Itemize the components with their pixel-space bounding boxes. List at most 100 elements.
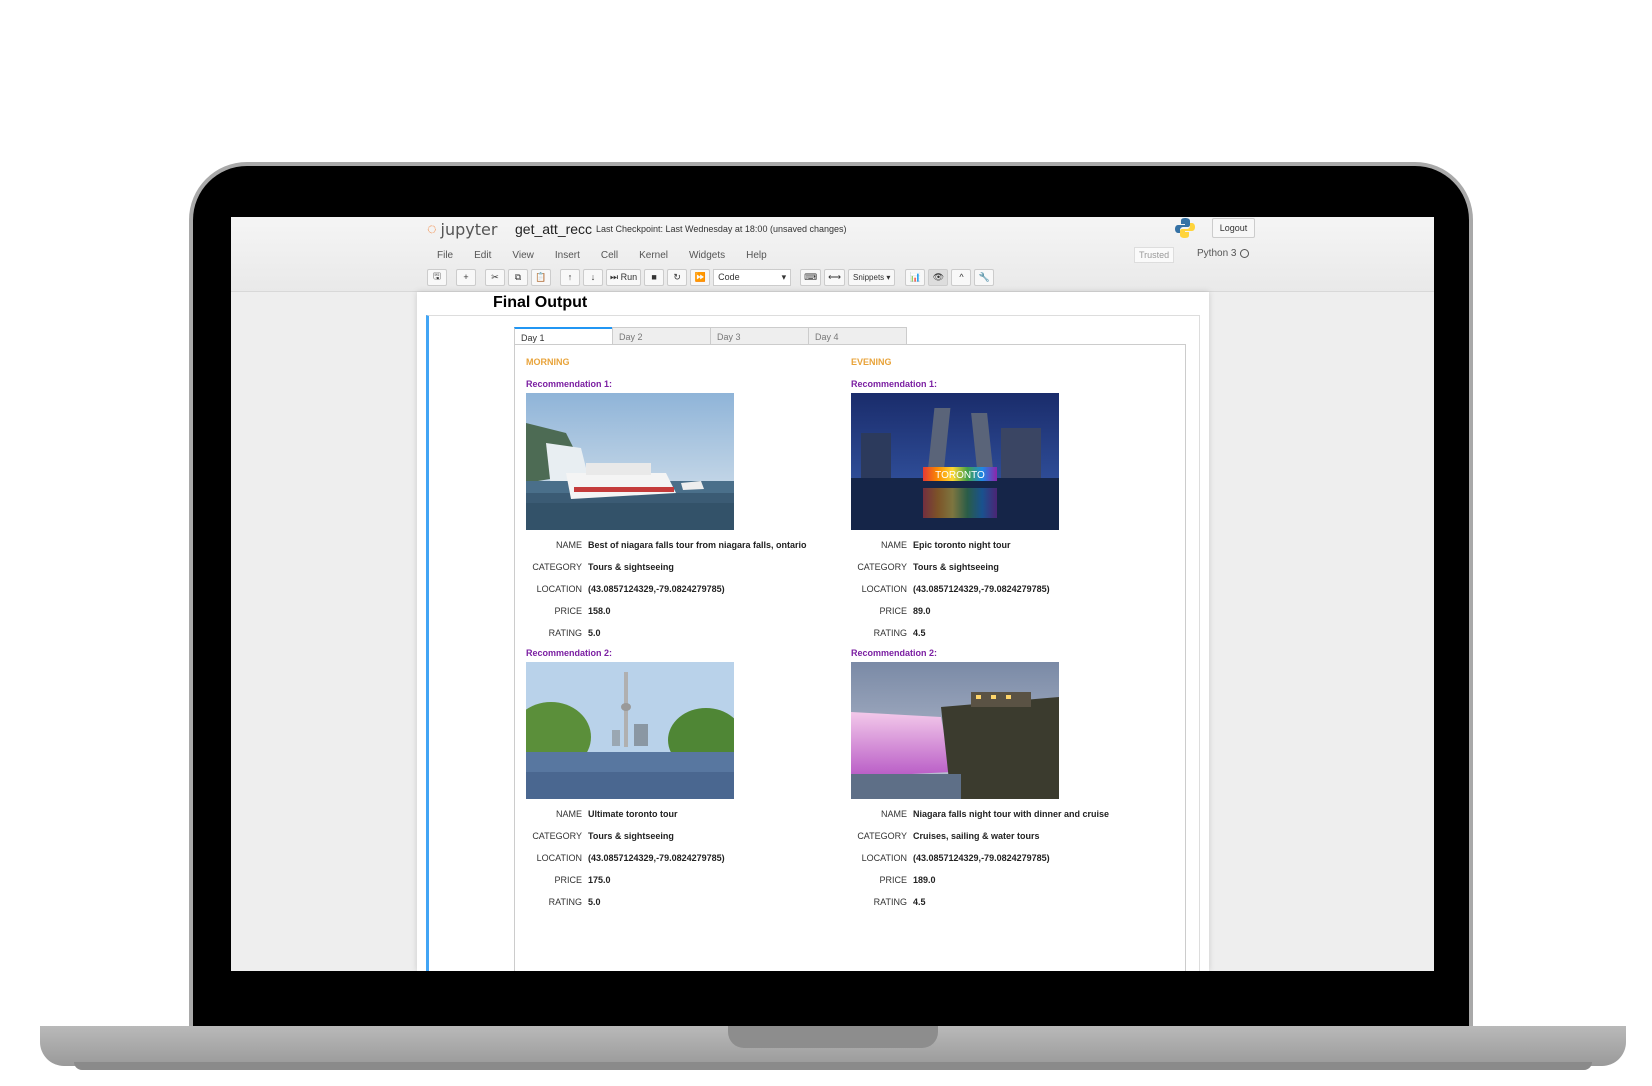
recommendation-details: NAME Ultimate toronto tour CATEGORY Tours … — [526, 809, 846, 919]
tab-day-4[interactable]: Day 4 — [808, 327, 907, 345]
jupyter-header: ◌ jupyter get_att_recc Last Checkpoint: … — [231, 217, 1434, 292]
snippets-label: Snippets — [853, 272, 885, 282]
cell-type-value: Code — [718, 272, 740, 282]
name-value: Epic toronto night tour — [913, 540, 1011, 550]
name-label: NAME — [880, 540, 907, 550]
location-label: LOCATION — [536, 584, 582, 594]
insert-cell-icon[interactable]: + — [456, 268, 476, 286]
menu-edit[interactable]: Edit — [474, 250, 491, 261]
category-value: Tours & sightseeing — [913, 562, 999, 572]
evening-column: EVENING Recommendation 1: TORONTO NAME E… — [851, 357, 1171, 919]
tab-day-2[interactable]: Day 2 — [612, 327, 711, 345]
location-value: (43.0857124329,-79.0824279785) — [913, 584, 1050, 594]
price-label: PRICE — [879, 606, 907, 616]
run-button[interactable]: ⏭ Run — [606, 268, 642, 286]
category-label: CATEGORY — [532, 562, 582, 572]
category-value: Tours & sightseeing — [588, 562, 674, 572]
kernel-status-icon — [1240, 249, 1250, 258]
move-down-icon[interactable]: ↓ — [583, 268, 603, 286]
menu-widgets[interactable]: Widgets — [689, 250, 725, 261]
tab-day-1[interactable]: Day 1 — [514, 327, 613, 345]
name-label: NAME — [555, 809, 582, 819]
price-value: 175.0 — [588, 875, 611, 885]
location-value: (43.0857124329,-79.0824279785) — [588, 584, 725, 594]
morning-rec-2: Recommendation 2: NAME Ultimate toronto … — [511, 648, 846, 919]
logout-button[interactable]: Logout — [1212, 218, 1255, 238]
python-logo-icon — [1175, 218, 1195, 238]
output-cell[interactable]: Day 1 Day 2 Day 3 Day 4 MORNING Recommen… — [426, 315, 1200, 971]
restart-icon[interactable]: ↻ — [667, 268, 688, 286]
location-label: LOCATION — [536, 853, 582, 863]
keyboard-icon[interactable]: ⌨ — [800, 268, 822, 286]
menu-help[interactable]: Help — [746, 250, 767, 261]
name-value: Niagara falls night tour with dinner and… — [913, 809, 1110, 819]
rating-value: 4.5 — [913, 897, 926, 907]
checkpoint-status: Last Checkpoint: Last Wednesday at 18:00… — [596, 224, 847, 234]
rating-value: 5.0 — [588, 628, 601, 638]
paste-icon[interactable]: 📋 — [531, 268, 551, 286]
copy-icon[interactable]: ⧉ — [508, 268, 528, 286]
resize-icon[interactable]: ⟷ — [824, 268, 846, 286]
notebook-name[interactable]: get_att_recc — [515, 221, 592, 237]
toronto-night-photo: TORONTO — [851, 393, 1059, 530]
chevron-down-icon: ▾ — [781, 271, 787, 282]
eye-icon[interactable]: 👁 — [928, 268, 949, 286]
day-tabs: Day 1 Day 2 Day 3 Day 4 — [514, 327, 907, 345]
laptop-base-foot — [74, 1062, 1592, 1070]
chevron-up-icon[interactable]: ^ — [951, 268, 972, 286]
menu-kernel[interactable]: Kernel — [639, 250, 668, 261]
save-icon[interactable]: 🖫 — [427, 268, 447, 286]
fast-forward-icon[interactable]: ⏩ — [690, 268, 711, 286]
menu-insert[interactable]: Insert — [555, 250, 580, 261]
menu-file[interactable]: File — [437, 250, 453, 261]
name-value: Ultimate toronto tour — [588, 809, 678, 819]
menu-view[interactable]: View — [512, 250, 534, 261]
name-value: Best of niagara falls tour from niagara … — [588, 540, 807, 550]
run-icon: ⏭ — [610, 271, 619, 282]
kernel-indicator[interactable]: Python 3 — [1197, 248, 1250, 259]
menu-cell[interactable]: Cell — [601, 250, 618, 261]
recommendation-details: NAME Best of niagara falls tour from niag… — [526, 540, 846, 650]
name-label: NAME — [555, 540, 582, 550]
output-title: Final Output — [493, 294, 588, 311]
jupyter-logo-text: jupyter — [440, 220, 498, 239]
morning-column: MORNING Recommendation 1: NAME Best of n… — [511, 357, 846, 919]
recommendation-details: NAME Epic toronto night tour CATEGORY Tour… — [851, 540, 1171, 650]
wrench-icon[interactable]: 🔧 — [974, 268, 995, 286]
notebook-toolbar: 🖫 + ✂ ⧉ 📋 ↑ ↓ ⏭ Run ■ ↻ ⏩ Code ▾ ⌨ ⟷ Sni… — [427, 267, 997, 287]
location-label: LOCATION — [861, 584, 907, 594]
category-value: Cruises, sailing & water tours — [913, 831, 1040, 841]
rating-label: RATING — [873, 897, 907, 907]
recommendation-title: Recommendation 2: — [851, 648, 938, 658]
location-value: (43.0857124329,-79.0824279785) — [588, 853, 725, 863]
move-up-icon[interactable]: ↑ — [560, 268, 580, 286]
evening-rec-2: Recommendation 2: NAME Niagara falls nig… — [851, 648, 1171, 919]
rating-value: 4.5 — [913, 628, 926, 638]
tab-day-3[interactable]: Day 3 — [710, 327, 809, 345]
laptop-screen: ◌ jupyter get_att_recc Last Checkpoint: … — [231, 217, 1434, 971]
day-1-panel: MORNING Recommendation 1: NAME Best of n… — [511, 344, 1186, 971]
morning-heading: MORNING — [526, 357, 570, 367]
stop-icon[interactable]: ■ — [644, 268, 665, 286]
recommendation-title: Recommendation 2: — [526, 648, 613, 658]
recommendation-title: Recommendation 1: — [526, 379, 613, 389]
location-label: LOCATION — [861, 853, 907, 863]
snippets-dropdown[interactable]: Snippets ▾ — [848, 268, 896, 286]
category-label: CATEGORY — [857, 562, 907, 572]
jupyter-logo[interactable]: ◌ jupyter — [427, 220, 497, 239]
laptop-notch — [728, 1026, 938, 1048]
recommendation-title: Recommendation 1: — [851, 379, 938, 389]
morning-rec-1: Recommendation 1: NAME Best of niagara f… — [526, 379, 846, 650]
rating-label: RATING — [548, 897, 582, 907]
category-value: Tours & sightseeing — [588, 831, 674, 841]
kernel-name: Python 3 — [1197, 248, 1237, 259]
rating-label: RATING — [873, 628, 907, 638]
price-label: PRICE — [879, 875, 907, 885]
toronto-sign-text: TORONTO — [935, 470, 985, 481]
chart-icon[interactable]: 📊 — [905, 268, 926, 286]
rating-value: 5.0 — [588, 897, 601, 907]
toronto-cn-tower-photo — [511, 662, 744, 799]
trusted-indicator[interactable]: Trusted — [1134, 247, 1175, 263]
cut-icon[interactable]: ✂ — [485, 268, 505, 286]
cell-type-select[interactable]: Code ▾ — [713, 268, 792, 286]
